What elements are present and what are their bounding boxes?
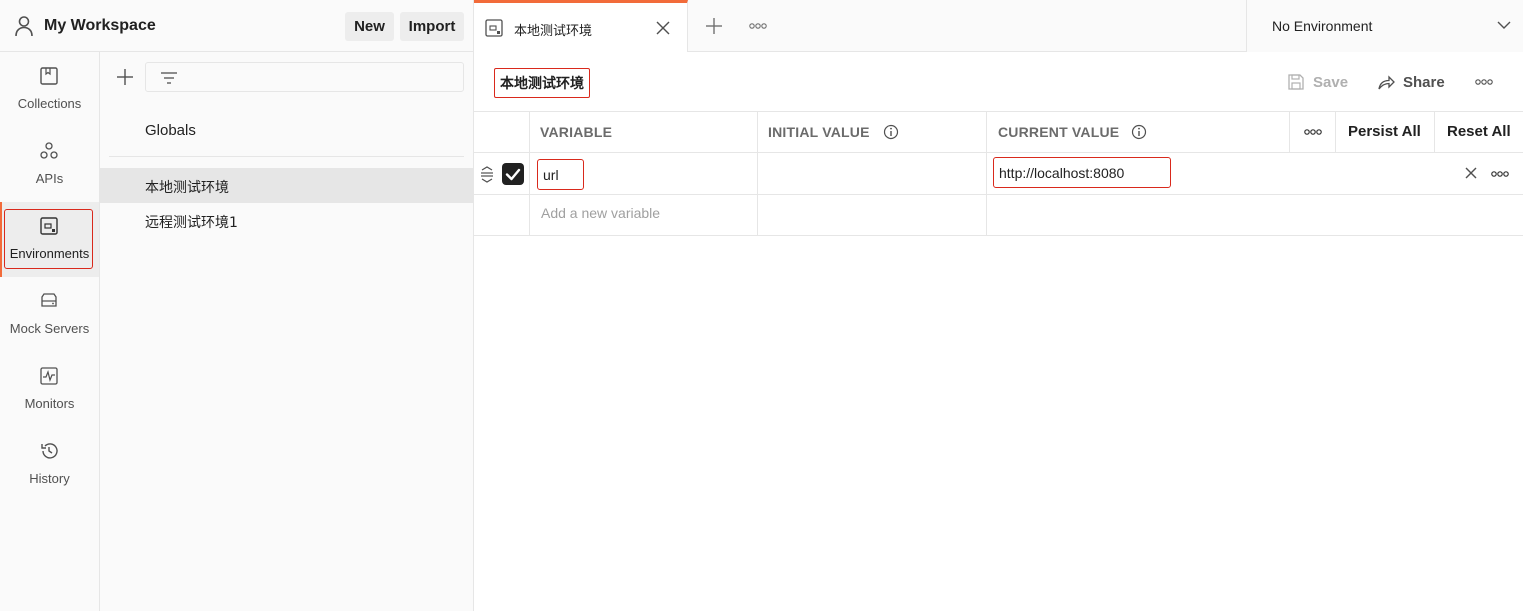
save-button[interactable]: Save: [1287, 71, 1348, 93]
environment-name: 远程测试环境1: [145, 215, 238, 231]
plus-icon[interactable]: [115, 67, 135, 87]
more-icon[interactable]: [1303, 128, 1323, 136]
sidebar-item-environments[interactable]: Environments: [0, 202, 99, 277]
initial-value-cell[interactable]: [758, 153, 987, 194]
mock-servers-icon: [41, 293, 57, 307]
sidebar-item-label: Environments: [9, 246, 90, 261]
filter-icon[interactable]: [160, 70, 178, 86]
environment-list-panel: Globals 本地测试环境 远程测试环境1: [100, 52, 474, 611]
monitors-icon: [40, 367, 58, 385]
environment-search-input[interactable]: [186, 67, 456, 87]
apis-icon: [40, 142, 58, 159]
sidebar-item-collections[interactable]: Collections: [0, 52, 99, 127]
table-header-row: VARIABLE INITIAL VALUE CURRENT VALUE Per…: [474, 112, 1523, 153]
reset-all-button[interactable]: Reset All: [1447, 123, 1511, 140]
chevron-down-icon: [1497, 21, 1511, 29]
environment-header: 本地测试环境 Save Share: [474, 52, 1523, 112]
save-icon: [1288, 74, 1304, 90]
environment-filter[interactable]: [145, 62, 464, 92]
persist-all-button[interactable]: Persist All: [1348, 123, 1421, 140]
globals-item[interactable]: Globals: [145, 122, 196, 139]
more-icon[interactable]: [748, 22, 768, 30]
sidebar-item-label: History: [29, 471, 70, 486]
workspace-title[interactable]: My Workspace: [44, 17, 156, 35]
more-icon[interactable]: [1490, 170, 1510, 178]
share-icon: [1378, 75, 1395, 90]
sidebar-nav: Collections APIs Environments Mock Serve…: [0, 52, 100, 611]
row-handle-cell: [474, 153, 530, 194]
environment-tab-icon: [485, 19, 503, 37]
column-header-variable: VARIABLE: [540, 124, 613, 140]
environment-list-item[interactable]: 远程测试环境1: [100, 203, 473, 238]
variable-name-field[interactable]: url: [537, 159, 584, 190]
table-row: url http://localhost:8080: [474, 153, 1523, 195]
environment-name: 本地测试环境: [145, 180, 229, 196]
tab-label: 本地测试环境: [514, 24, 593, 39]
share-button[interactable]: Share: [1377, 71, 1445, 93]
column-header-current-value: CURRENT VALUE: [998, 124, 1120, 140]
delete-variable-icon[interactable]: [1464, 166, 1478, 180]
environments-icon: [40, 217, 58, 235]
user-icon[interactable]: [14, 15, 34, 37]
sidebar-item-monitors[interactable]: Monitors: [0, 352, 99, 427]
new-button[interactable]: New: [345, 12, 394, 41]
environment-selector-value: No Environment: [1272, 18, 1373, 34]
save-label: Save: [1313, 73, 1349, 91]
header-more-cell[interactable]: [1290, 112, 1336, 152]
add-new-variable-placeholder[interactable]: Add a new variable: [541, 205, 660, 221]
variable-enabled-checkbox[interactable]: [502, 163, 524, 185]
sidebar-item-label: Mock Servers: [9, 321, 90, 336]
current-value-field[interactable]: http://localhost:8080: [993, 157, 1171, 188]
sidebar-item-history[interactable]: History: [0, 427, 99, 502]
sidebar-item-apis[interactable]: APIs: [0, 127, 99, 202]
header-initial-value-cell: INITIAL VALUE: [758, 112, 987, 152]
header-variable-cell: VARIABLE: [530, 112, 758, 152]
sidebar-item-label: Collections: [17, 96, 82, 111]
sidebar-item-label: Monitors: [24, 396, 75, 411]
new-initial-value-cell[interactable]: [758, 195, 987, 235]
checkmark-icon: [505, 168, 521, 181]
share-label: Share: [1403, 73, 1445, 91]
environment-list-item[interactable]: 本地测试环境: [100, 168, 473, 203]
variable-cell[interactable]: url: [530, 153, 758, 194]
reset-all-cell: Reset All: [1435, 112, 1523, 152]
tab-environment[interactable]: 本地测试环境: [474, 0, 688, 52]
header-current-value-cell: CURRENT VALUE: [987, 112, 1290, 152]
info-icon[interactable]: [883, 124, 899, 140]
header-handle-cell: [474, 112, 530, 152]
new-tab-plus-icon[interactable]: [704, 16, 724, 36]
more-icon[interactable]: [1474, 78, 1494, 86]
sidebar-item-mock-servers[interactable]: Mock Servers: [0, 277, 99, 352]
sidebar-item-label: APIs: [35, 171, 64, 186]
workspace-header: My Workspace New Import: [0, 0, 474, 52]
current-value-cell[interactable]: http://localhost:8080: [987, 153, 1523, 194]
environment-selector[interactable]: No Environment: [1246, 0, 1523, 52]
new-row-handle-cell: [474, 195, 530, 235]
import-button[interactable]: Import: [400, 12, 464, 41]
info-icon[interactable]: [1131, 124, 1147, 140]
persist-all-cell: Persist All: [1336, 112, 1435, 152]
close-icon[interactable]: [654, 19, 672, 37]
new-variable-row: Add a new variable: [474, 195, 1523, 236]
collections-icon: [40, 67, 58, 85]
divider: [109, 156, 464, 157]
environment-name-title[interactable]: 本地测试环境: [494, 68, 590, 98]
tab-bar: 本地测试环境 No Environment: [474, 0, 1523, 52]
history-icon: [41, 443, 58, 459]
column-header-initial-value: INITIAL VALUE: [768, 124, 870, 140]
drag-handle-icon[interactable]: [480, 165, 494, 183]
